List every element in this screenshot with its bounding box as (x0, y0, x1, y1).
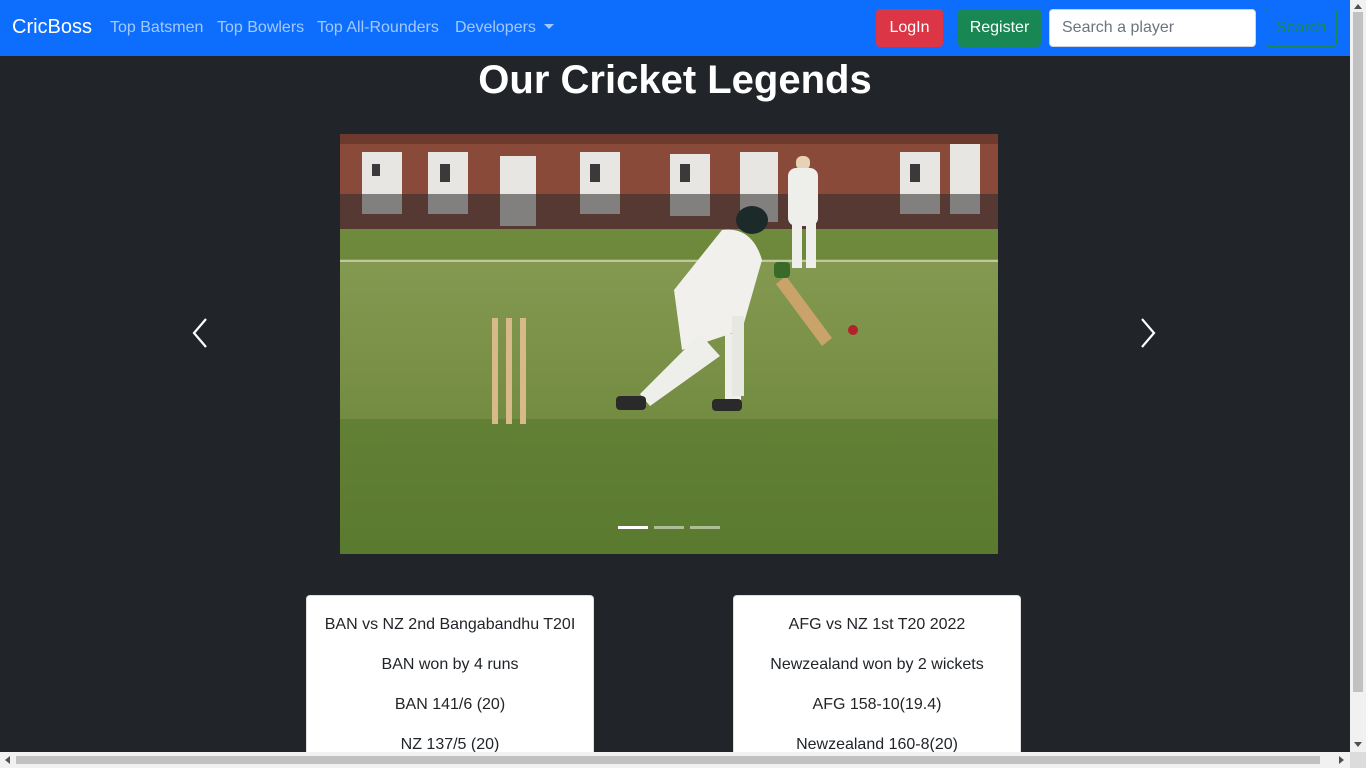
carousel-indicator-2[interactable] (654, 526, 684, 529)
vertical-scroll-thumb[interactable] (1353, 12, 1363, 692)
match-result: BAN won by 4 runs (381, 656, 519, 673)
scroll-down-icon[interactable] (1354, 742, 1362, 747)
search-button[interactable]: Search (1265, 9, 1337, 47)
nav-link-top-bowlers[interactable]: Top Bowlers (217, 19, 304, 37)
horizontal-scroll-thumb[interactable] (16, 756, 1320, 764)
vertical-scrollbar[interactable] (1350, 0, 1366, 752)
register-button[interactable]: Register (958, 9, 1041, 47)
match-result: Newzealand won by 2 wickets (770, 656, 984, 673)
caret-down-icon (543, 24, 554, 29)
carousel (340, 134, 998, 554)
horizontal-scrollbar[interactable] (0, 752, 1350, 768)
match-title: AFG vs NZ 1st T20 2022 (788, 616, 966, 633)
nav-link-top-all-rounders[interactable]: Top All-Rounders (317, 19, 439, 37)
search-input[interactable] (1049, 9, 1256, 47)
scroll-left-icon[interactable] (5, 756, 10, 764)
dropdown-label: Developers (455, 19, 536, 36)
carousel-next-icon[interactable] (1136, 316, 1160, 350)
carousel-indicators (340, 526, 998, 529)
nav-dropdown-developers[interactable]: Developers (455, 19, 554, 37)
scrollbar-corner (1350, 752, 1366, 768)
match-title: BAN vs NZ 2nd Bangabandhu T20I (324, 616, 576, 633)
carousel-indicator-1[interactable] (618, 526, 648, 529)
login-button[interactable]: LogIn (876, 9, 943, 47)
carousel-prev-icon[interactable] (188, 316, 212, 350)
match-card: AFG vs NZ 1st T20 2022 Newzealand won by… (733, 595, 1021, 765)
scroll-up-icon[interactable] (1354, 4, 1362, 9)
match-card: BAN vs NZ 2nd Bangabandhu T20I BAN won b… (306, 595, 594, 765)
team1-score: BAN 141/6 (20) (394, 696, 506, 713)
navbar: CricBoss Top Batsmen Top Bowlers Top All… (0, 0, 1350, 56)
carousel-indicator-3[interactable] (690, 526, 720, 529)
page-title: Our Cricket Legends (478, 58, 872, 102)
nav-link-top-batsmen[interactable]: Top Batsmen (110, 19, 203, 37)
scroll-right-icon[interactable] (1339, 756, 1344, 764)
brand-link[interactable]: CricBoss (12, 16, 92, 39)
team1-score: AFG 158-10(19.4) (812, 696, 942, 713)
carousel-slide-image (340, 134, 998, 554)
